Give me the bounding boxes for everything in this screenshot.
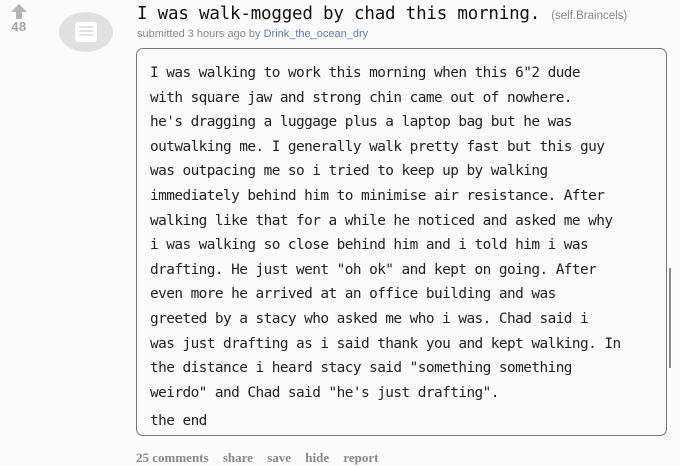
post-body-line: I was walking to work this morning when … bbox=[150, 65, 581, 81]
post-body-line: was just drafting as i said thank you an… bbox=[150, 335, 621, 352]
vote-column: 48 bbox=[2, 4, 36, 34]
hide-link[interactable]: hide bbox=[305, 450, 329, 465]
self-post-thumbnail[interactable] bbox=[59, 12, 113, 52]
post-body-line: weirdo" and Chad said "he's just draftin… bbox=[150, 384, 499, 401]
post-body-line: with square jaw and strong chin came out… bbox=[150, 89, 572, 106]
post-body-line: greeted by a stacy who asked me who i wa… bbox=[150, 310, 589, 327]
post-body-line: drafting. He just went "oh ok" and kept … bbox=[150, 261, 597, 278]
post-body-line: immediately behind him to minimise air r… bbox=[150, 187, 605, 204]
upvote-arrow-icon[interactable] bbox=[11, 4, 27, 19]
post-body: I was walking to work this morning when … bbox=[136, 48, 667, 436]
post-body-line: even more he arrived at an office buildi… bbox=[150, 286, 556, 303]
comments-link[interactable]: 25 comments bbox=[136, 450, 209, 465]
post-score: 48 bbox=[11, 19, 27, 34]
self-post-text-icon bbox=[75, 22, 97, 42]
post-body-text: I was walking to work this morning when … bbox=[150, 61, 656, 405]
post-domain[interactable]: (self.Braincels) bbox=[551, 10, 627, 22]
scroll-indicator bbox=[669, 268, 671, 368]
post-body-line: walking like that for a while he noticed… bbox=[150, 212, 613, 229]
tagline-prefix: submitted 3 hours ago by bbox=[137, 28, 261, 40]
author-link[interactable]: Drink_the_ocean_dry bbox=[264, 28, 369, 40]
post-tagline: submitted 3 hours ago by Drink_the_ocean… bbox=[137, 28, 368, 40]
post-buttons: 25 comments share save hide report bbox=[136, 450, 390, 466]
share-link[interactable]: share bbox=[223, 450, 253, 465]
post-title-row: I was walk-mogged by chad this morning. … bbox=[137, 4, 677, 24]
save-link[interactable]: save bbox=[267, 450, 291, 465]
post-body-end: the end bbox=[150, 413, 207, 430]
post-body-line: i was walking so close behind him and i … bbox=[150, 237, 589, 254]
post-body-line: he's dragging a luggage plus a laptop ba… bbox=[150, 114, 572, 131]
post-title[interactable]: I was walk-mogged by chad this morning. bbox=[137, 4, 540, 24]
post-body-line: the distance i heard stacy said "somethi… bbox=[150, 360, 572, 377]
post-body-line: outwalking me. I generally walk pretty f… bbox=[150, 138, 605, 155]
report-link[interactable]: report bbox=[343, 450, 378, 465]
post-body-line: was outpacing me so i tried to keep up b… bbox=[150, 163, 548, 180]
